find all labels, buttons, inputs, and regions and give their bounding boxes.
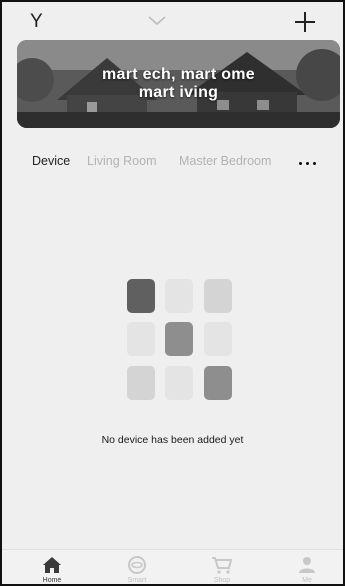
nav-me[interactable]: Me: [277, 556, 337, 584]
grid-cell: [127, 366, 155, 400]
nav-home-label: Home: [42, 577, 62, 584]
cart-icon: [212, 557, 233, 574]
home-icon: [43, 557, 61, 573]
plus-icon[interactable]: [294, 11, 316, 33]
grid-cell: [204, 366, 232, 400]
top-bar: Y: [2, 2, 343, 38]
nav-shop-label: Shop: [213, 577, 231, 584]
tab-living-room[interactable]: Living Room: [87, 154, 156, 168]
tab-device[interactable]: Device: [32, 154, 70, 168]
empty-state-message: No device has been added yet: [101, 434, 244, 446]
nav-home[interactable]: Home: [22, 556, 82, 584]
nav-me-label: Me: [302, 577, 312, 584]
grid-cell: [204, 322, 232, 356]
grid-cell: [204, 279, 232, 313]
grid-cell: [165, 279, 193, 313]
bottom-nav: Home Smart Shop Me: [2, 549, 343, 584]
nav-smart[interactable]: Smart: [107, 556, 167, 584]
nav-shop[interactable]: Shop: [192, 556, 252, 584]
grid-cell: [165, 322, 193, 356]
home-banner[interactable]: mart ech, mart ome mart iving: [17, 40, 340, 128]
tab-master-bedroom[interactable]: Master Bedroom: [179, 154, 271, 168]
chevron-down-icon[interactable]: [147, 15, 167, 27]
more-rooms-icon[interactable]: [299, 162, 316, 165]
nav-smart-label: Smart: [127, 577, 147, 584]
banner-line-1: mart ech, mart ome: [101, 66, 255, 83]
app-screen: Y mart ech, mart ome mart iving Device L…: [0, 0, 345, 586]
smart-icon: [128, 556, 146, 574]
room-tabs: Device Living Room Master Bedroom: [2, 152, 343, 172]
banner-line-2: mart iving: [138, 84, 219, 101]
home-name[interactable]: Y: [30, 11, 43, 33]
device-grid-icon: [127, 279, 232, 400]
grid-cell: [127, 322, 155, 356]
banner-slogan: mart ech, mart ome mart iving: [17, 66, 340, 102]
grid-cell: [127, 279, 155, 313]
person-icon: [299, 557, 315, 573]
grid-cell: [165, 366, 193, 400]
